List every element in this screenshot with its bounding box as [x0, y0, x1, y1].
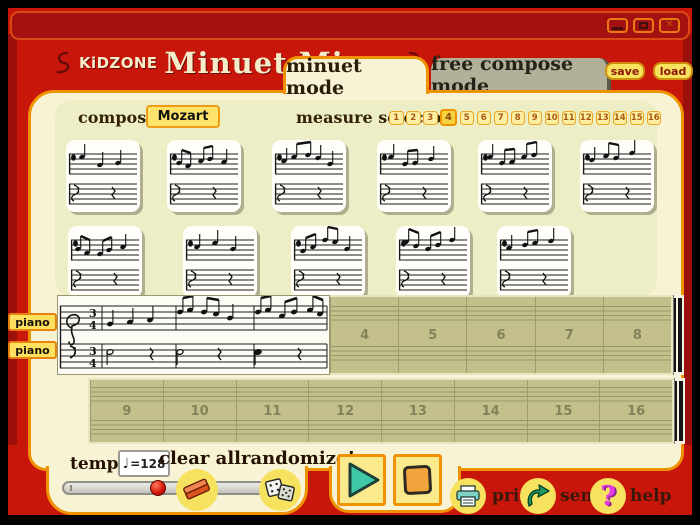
play-button[interactable] [337, 454, 386, 506]
phrase-card[interactable] [167, 140, 241, 212]
measure-button-4[interactable]: 4 [440, 109, 457, 126]
play-icon [348, 462, 380, 498]
timeline-measure-cell-6[interactable]: 6 [466, 297, 534, 373]
phrase-card[interactable] [183, 226, 257, 298]
measure-button-9[interactable]: 9 [527, 110, 542, 125]
question-mark-icon: ? [600, 480, 616, 512]
timeline-measure-cell-15[interactable]: 15 [526, 380, 600, 442]
measure-button-16[interactable]: 16 [646, 110, 661, 125]
brand-text: KiDZONE [79, 54, 158, 72]
measure-button-12[interactable]: 12 [578, 110, 593, 125]
measure-button-7[interactable]: 7 [493, 110, 508, 125]
tab-free-compose-mode[interactable]: free compose mode [431, 53, 611, 97]
measure-button-2[interactable]: 2 [406, 110, 421, 125]
title-bar [10, 11, 690, 40]
timeline-measure-cell-14[interactable]: 14 [453, 380, 527, 442]
svg-text:4: 4 [89, 319, 97, 332]
phrase-card[interactable] [272, 140, 346, 212]
close-button[interactable] [659, 18, 680, 33]
tempo-slider-knob[interactable] [150, 480, 166, 496]
eraser-icon [183, 478, 211, 500]
send-arrow-icon [527, 484, 550, 507]
timeline-measure-cell-11[interactable]: 11 [235, 380, 309, 442]
ornament-swirl-icon [56, 51, 70, 74]
timeline-measure-cell-4[interactable]: 4 [330, 297, 398, 373]
timeline-measure-cell-13[interactable]: 13 [381, 380, 454, 442]
phrase-card[interactable] [66, 140, 140, 212]
clear-all-button[interactable] [176, 469, 218, 511]
final-barline [674, 378, 685, 444]
print-button[interactable] [450, 478, 486, 514]
measure-button-8[interactable]: 8 [510, 110, 525, 125]
phrase-card[interactable] [291, 225, 365, 298]
track-label-piano-1[interactable]: piano [8, 313, 57, 331]
measure-button-11[interactable]: 11 [561, 110, 576, 125]
track-label-piano-2[interactable]: piano [8, 341, 57, 359]
svg-text:4: 4 [89, 357, 97, 370]
send-button[interactable] [520, 478, 556, 514]
stop-button[interactable] [393, 454, 442, 506]
timeline-measure-cell-5[interactable]: 5 [398, 297, 466, 373]
timeline-measure-cell-10[interactable]: 10 [162, 380, 236, 442]
measure-selector-buttons: 1 2 3 4 5 6 7 8 9 10 11 12 13 14 15 16 [389, 108, 661, 127]
timeline-measure-cell-16[interactable]: 16 [599, 380, 672, 442]
printer-icon [456, 485, 480, 507]
load-button[interactable]: load [653, 62, 693, 80]
measure-button-5[interactable]: 5 [459, 110, 474, 125]
timeline-row-1: 3434 45678 [57, 294, 684, 375]
phrase-card[interactable] [497, 226, 571, 298]
tempo-slider[interactable] [62, 480, 279, 496]
phrase-card[interactable] [396, 226, 470, 298]
stop-icon [403, 465, 432, 495]
final-barline [673, 295, 684, 375]
phrase-card[interactable] [478, 140, 552, 212]
phrase-card[interactable] [68, 226, 142, 298]
help-label[interactable]: help [630, 486, 672, 506]
maximize-button[interactable] [633, 18, 654, 33]
minuet-mixer-window: KiDZONE Minuet Mixer minuet mode free co… [0, 0, 700, 525]
minimize-button[interactable] [607, 18, 628, 33]
clear-all-label: clear all [159, 448, 242, 469]
timeline-row-2: 9 10 11 12 13 14 15 16 [88, 378, 685, 444]
timeline-cells-4-8: 45678 [330, 295, 673, 375]
phrase-card[interactable] [377, 140, 451, 212]
measure-button-14[interactable]: 14 [612, 110, 627, 125]
left-edge-decoration [8, 34, 17, 445]
randomize-button[interactable] [259, 469, 301, 511]
save-button[interactable]: save [605, 62, 645, 80]
timeline-measure-cell-12[interactable]: 12 [308, 380, 381, 442]
app-frame: KiDZONE Minuet Mixer minuet mode free co… [8, 8, 693, 515]
composer-select[interactable]: Mozart [146, 105, 220, 128]
measure-button-3[interactable]: 3 [423, 110, 438, 125]
dice-icon [265, 478, 295, 502]
timeline-notation-measures-1-3: 3434 [57, 294, 330, 375]
timeline-measure-cell-9[interactable]: 9 [90, 380, 163, 442]
timeline-measure-cell-7[interactable]: 7 [534, 297, 603, 373]
timeline-measure-cell-8[interactable]: 8 [602, 297, 671, 373]
quarter-note-icon: ♩ [122, 455, 130, 472]
measure-button-6[interactable]: 6 [476, 110, 491, 125]
tab-minuet-mode[interactable]: minuet mode [283, 55, 429, 99]
phrase-card[interactable] [580, 140, 654, 212]
measure-button-1[interactable]: 1 [389, 110, 404, 125]
measure-button-13[interactable]: 13 [595, 110, 610, 125]
measure-button-15[interactable]: 15 [629, 110, 644, 125]
help-button[interactable]: ? [590, 478, 626, 514]
timeline-cells-9-16: 9 10 11 12 13 14 15 16 [88, 378, 674, 444]
measure-button-10[interactable]: 10 [544, 110, 559, 125]
window-controls [607, 18, 680, 33]
